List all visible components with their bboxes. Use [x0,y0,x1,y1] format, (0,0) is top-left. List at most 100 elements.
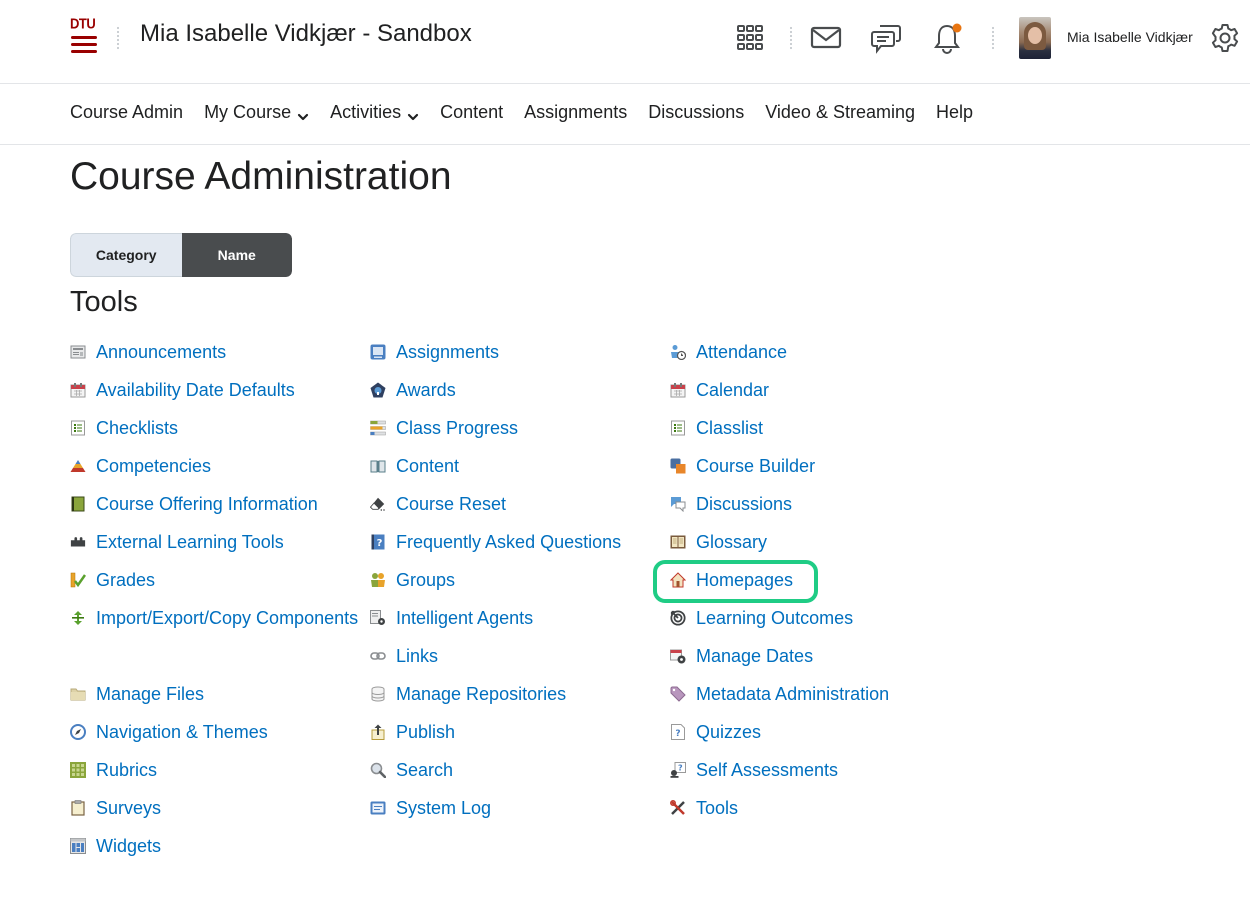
nav-item-course-admin[interactable]: Course Admin [70,102,183,123]
search-icon [370,762,386,778]
tool-link[interactable]: Course Builder [696,452,815,480]
open-book-icon [370,458,386,474]
tool-item-quizzes: ? Quizzes [670,718,960,756]
tool-link[interactable]: Awards [396,376,456,404]
tool-link[interactable]: Groups [396,566,455,594]
tool-link[interactable]: Tools [696,794,738,822]
nav-item-my-course[interactable]: My Course [204,102,309,123]
svg-text:?: ? [377,538,383,549]
chevron-down-icon [407,107,419,120]
nav-item-label: Discussions [648,102,745,122]
tool-link[interactable]: Frequently Asked Questions [396,528,621,556]
tool-item-competencies: Competencies [70,452,360,490]
tool-link[interactable]: Grades [96,566,155,594]
tool-link[interactable]: Learning Outcomes [696,604,853,632]
tool-link[interactable]: Assignments [396,338,499,366]
tool-link[interactable]: Navigation & Themes [96,718,268,746]
checklist-icon [70,420,86,436]
nav-item-label: Video & Streaming [765,102,915,122]
tool-link[interactable]: External Learning Tools [96,528,284,556]
name-view-button[interactable]: Name [181,233,292,277]
tool-link[interactable]: Competencies [96,452,211,480]
calendar-icon [670,382,686,398]
tools-column-2: Assignments Awards Class Progress Content Co… [370,338,660,832]
avatar[interactable] [1019,17,1051,59]
site-title[interactable]: Mia Isabelle Vidkjær - Sandbox [140,20,472,48]
separator [992,26,994,50]
tool-link[interactable]: Homepages [696,566,793,594]
tool-link[interactable]: Manage Repositories [396,680,566,708]
tool-item-tools: Tools [670,794,960,832]
tool-item-groups: Groups [370,566,660,604]
tool-link[interactable]: Rubrics [96,756,157,784]
nav-item-label: Activities [330,102,402,122]
tool-item-glossary: Glossary [670,528,960,566]
settings-gear-icon[interactable] [1207,20,1243,56]
tool-link[interactable]: Manage Dates [696,642,813,670]
book-icon [70,496,86,512]
dtu-logo[interactable]: DTU [70,14,98,60]
category-view-button[interactable]: Category [70,233,182,277]
tool-link[interactable]: Attendance [696,338,787,366]
mail-icon[interactable] [808,20,844,56]
nav-item-label: My Course [204,102,292,122]
tool-link[interactable]: Course Offering Information [96,490,318,518]
nav-item-content[interactable]: Content [440,102,503,123]
tool-link[interactable]: Import/Export/Copy Components [96,608,358,628]
nav-item-assignments[interactable]: Assignments [524,102,627,123]
bell-icon[interactable] [929,20,965,56]
assignments-icon [370,344,386,360]
agent-gear-icon [370,610,386,626]
tool-link[interactable]: System Log [396,794,491,822]
tool-link[interactable]: Surveys [96,794,161,822]
tool-link[interactable]: Self Assessments [696,756,838,784]
chat-icon[interactable] [868,20,904,56]
nav-item-discussions[interactable]: Discussions [648,102,744,123]
tool-link[interactable]: Quizzes [696,718,761,746]
tool-link[interactable]: Glossary [696,528,767,556]
discussions-icon [670,496,686,512]
tool-link[interactable]: Announcements [96,338,226,366]
tool-link[interactable]: Manage Files [96,680,204,708]
nav-item-activities[interactable]: Activities [330,102,419,123]
grid-icon[interactable] [732,20,768,56]
separator [790,26,792,50]
tool-link[interactable]: Classlist [696,414,763,442]
tool-item-system-log: System Log [370,794,660,832]
tool-link[interactable]: Availability Date Defaults [96,376,295,404]
tool-item-course-offering-information: Course Offering Information [70,490,360,528]
nav-item-help[interactable]: Help [936,102,973,123]
tools-icon [670,800,686,816]
tool-link[interactable]: Publish [396,718,455,746]
logo-text: DTU [70,14,96,33]
tool-link[interactable]: Widgets [96,832,161,860]
tool-item-discussions: Discussions [670,490,960,528]
pyramid-icon [70,458,86,474]
tool-link[interactable]: Links [396,642,438,670]
tool-link[interactable]: Checklists [96,414,178,442]
tool-link[interactable]: Calendar [696,376,769,404]
tool-link[interactable]: Course Reset [396,490,506,518]
puzzle-icon [70,534,86,550]
svg-text:?: ? [675,729,680,739]
publish-icon [370,724,386,740]
nav-items: Course Admin My Course Activities Content As… [70,102,973,123]
tool-item-manage-files: Manage Files [70,680,360,718]
folder-icon [70,686,86,702]
tool-link[interactable]: Metadata Administration [696,680,889,708]
tool-item-checklists: Checklists [70,414,360,452]
tool-link[interactable]: Content [396,452,459,480]
tag-icon [670,686,686,702]
nav-item-video-streaming[interactable]: Video & Streaming [765,102,915,123]
tool-item-import-export-copy-components: Import/Export/Copy Components [70,604,360,680]
tool-link[interactable]: Search [396,756,453,784]
view-toggle: Category Name [70,233,292,277]
tool-link[interactable]: Intelligent Agents [396,604,533,632]
page-title: Course Administration [70,155,452,198]
nav-item-label: Content [440,102,504,122]
progress-bars-icon [370,420,386,436]
tools-column-3: Attendance Calendar Classlist Course Builde… [670,338,960,832]
user-name[interactable]: Mia Isabelle Vidkjær [1067,29,1193,45]
tool-link[interactable]: Discussions [696,490,792,518]
tool-link[interactable]: Class Progress [396,414,518,442]
